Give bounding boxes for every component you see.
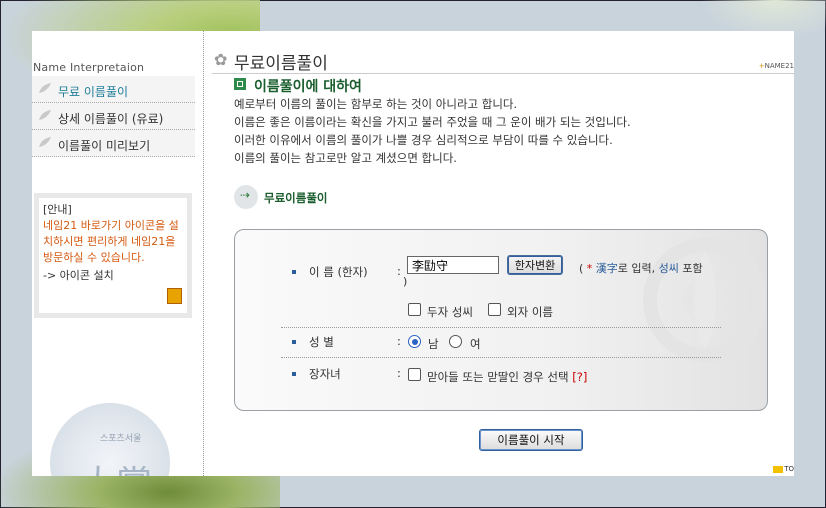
- hint-text: (: [579, 262, 587, 275]
- name21-shortcut-icon[interactable]: [167, 288, 182, 304]
- leaf-icon: [39, 137, 51, 147]
- award-emblem: 스포츠서울 大賞: [50, 403, 170, 476]
- sidebar-item-label: 이름풀이 미리보기: [58, 139, 151, 153]
- name-input[interactable]: [407, 256, 499, 274]
- top-link[interactable]: TO: [773, 465, 794, 473]
- sidebar-item-label: 무료 이름풀이: [58, 85, 129, 99]
- notice-box: [안내] 네임21 바로가기 아이콘을 설치하시면 편리하게 네임21을 방문하…: [34, 193, 192, 318]
- section-icon: [234, 78, 246, 90]
- brand-label: +NAME21: [759, 62, 794, 70]
- eldest-label: 장자녀: [309, 367, 341, 381]
- sidebar-item-free-name[interactable]: 무료 이름풀이: [32, 76, 195, 103]
- hint-close: ): [403, 275, 408, 288]
- bullet-icon: [292, 372, 296, 376]
- award-title: 大賞: [80, 455, 152, 476]
- colon: :: [397, 334, 401, 348]
- gender-male-radio[interactable]: [408, 335, 421, 348]
- hint-hanja: 漢字: [595, 262, 618, 275]
- notice-heading: [안내]: [43, 203, 72, 216]
- two-char-surname-checkbox[interactable]: [408, 303, 421, 316]
- help-link[interactable]: [?]: [572, 370, 587, 384]
- eldest-option-text: 맏아들 또는 맏딸인 경우 선택: [427, 370, 569, 384]
- sidebar-item-preview[interactable]: 이름풀이 미리보기: [32, 130, 195, 157]
- description-line: 이름의 풀이는 참고로만 알고 계셨으면 합니다.: [234, 151, 457, 165]
- eldest-checkbox[interactable]: [408, 368, 421, 381]
- sidebar-title: Name Interpretaion: [33, 61, 145, 74]
- name-label: 이 름 (한자): [309, 265, 368, 279]
- single-name-label: 외자 이름: [507, 305, 553, 319]
- title-row: ✿ 무료이름풀이 +NAME21: [212, 47, 794, 74]
- hanja-convert-button[interactable]: 한자변환: [507, 255, 563, 275]
- hint-text: 로 입력,: [617, 262, 659, 275]
- award-caption: 스포츠서울: [100, 434, 142, 444]
- sidebar-item-detailed-name[interactable]: 상세 이름풀이 (유료): [32, 103, 195, 130]
- single-name-checkbox[interactable]: [488, 303, 501, 316]
- arrow-icon: ⇢: [234, 185, 258, 209]
- hint-surname: 성씨: [658, 262, 679, 275]
- eldest-option-label: 맏아들 또는 맏딸인 경우 선택 [?]: [427, 369, 587, 385]
- input-hint: ( * 漢字로 입력, 성씨 포함: [579, 260, 703, 276]
- leaf-icon: [39, 83, 51, 93]
- separator: [281, 357, 721, 358]
- colon: :: [397, 366, 401, 380]
- leaf-icon: [39, 110, 51, 120]
- page-content: Name Interpretaion 무료 이름풀이 상세 이름풀이 (유료) …: [32, 31, 794, 476]
- required-mark: *: [586, 262, 596, 275]
- hint-text: 포함: [678, 262, 703, 275]
- separator: [281, 327, 721, 328]
- bullet-icon: [292, 270, 296, 274]
- divider: [203, 31, 204, 476]
- colon: :: [397, 264, 401, 278]
- install-icon-link[interactable]: -> 아이콘 설치: [43, 268, 187, 284]
- flower-icon: ✿: [214, 50, 228, 69]
- description-line: 이름은 좋은 이름이라는 확신을 가지고 불러 주었을 때 그 운이 배가 되는…: [234, 115, 631, 129]
- start-interpretation-button[interactable]: 이름풀이 시작: [479, 429, 583, 451]
- bullet-icon: [292, 340, 296, 344]
- gender-female-label: 여: [470, 337, 481, 351]
- top-link-label: TO: [784, 465, 794, 473]
- brand-text: NAME21: [764, 62, 794, 70]
- name-form: 이 름 (한자) : 한자변환 ( * 漢字로 입력, 성씨 포함 ) 두자 성…: [234, 229, 768, 411]
- description-line: 예로부터 이름의 풀이는 함부로 하는 것이 아니라고 합니다.: [234, 97, 518, 111]
- sidebar: Name Interpretaion 무료 이름풀이 상세 이름풀이 (유료) …: [32, 31, 202, 476]
- sidebar-item-label: 상세 이름풀이 (유료): [58, 112, 164, 126]
- gender-male-label: 남: [428, 337, 439, 351]
- two-char-surname-label: 두자 성씨: [427, 305, 473, 319]
- gender-female-radio[interactable]: [449, 335, 462, 348]
- main-content: ✿ 무료이름풀이 +NAME21 이름풀이에 대하여 예로부터 이름의 풀이는 …: [212, 31, 794, 476]
- sidebar-menu: 무료 이름풀이 상세 이름풀이 (유료) 이름풀이 미리보기: [32, 76, 195, 157]
- description: 예로부터 이름의 풀이는 함부로 하는 것이 아니라고 합니다. 이름은 좋은 …: [234, 95, 631, 167]
- notice-text: 네임21 바로가기 아이콘을 설치하시면 편리하게 네임21을 방문하실 수 있…: [43, 219, 179, 264]
- section-title: 이름풀이에 대하여: [254, 79, 362, 95]
- gender-label: 성 별: [309, 335, 334, 349]
- up-arrow-icon: [773, 465, 784, 473]
- sub-title: 무료이름풀이: [264, 191, 328, 205]
- description-line: 이러한 이유에서 이름의 풀이가 나쁠 경우 심리적으로 부담이 따를 수 있습…: [234, 133, 613, 147]
- page-title: 무료이름풀이: [234, 54, 328, 74]
